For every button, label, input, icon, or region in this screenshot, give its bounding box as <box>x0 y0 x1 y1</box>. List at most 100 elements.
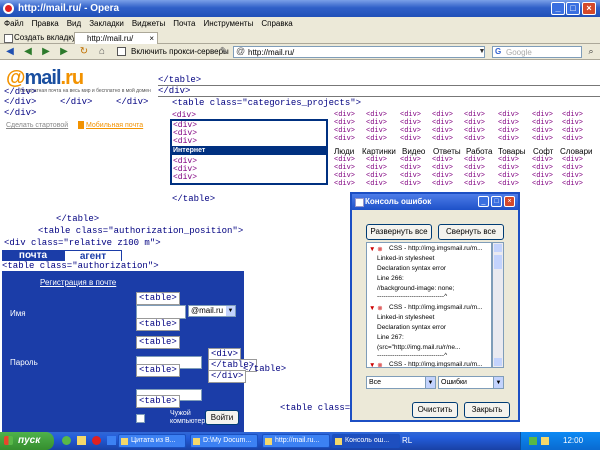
markup-div-open: <div> <box>334 156 356 164</box>
menu-widgets[interactable]: Виджеты <box>128 17 169 31</box>
error-log-list[interactable]: ▼ ⊗ CSS - http://img.imgsmail.ru/m... Li… <box>366 242 492 368</box>
markup-div-open: <div> <box>173 137 198 146</box>
taskbar-item[interactable]: D:\My Docum... <box>190 434 258 448</box>
username-input[interactable] <box>136 305 186 319</box>
fast-forward-icon[interactable]: ▶ <box>58 46 70 57</box>
markup-table-categories: <table class="categories_projects"> <box>172 98 362 108</box>
clear-button[interactable]: Очистить <box>412 402 458 418</box>
expand-all-button[interactable]: Развернуть все <box>366 224 432 240</box>
markup-div-open: <div> <box>400 172 422 180</box>
category-video[interactable]: Видео <box>402 147 425 156</box>
markup-div-open: <div> <box>400 180 422 188</box>
search-field[interactable]: Google <box>492 46 582 58</box>
markup-div-close: </div> <box>158 86 600 97</box>
log-line: //background-image: none; <box>377 285 455 292</box>
search-go-icon[interactable]: ⌕ <box>585 46 597 57</box>
quicklaunch-icon[interactable] <box>77 436 86 445</box>
markup-table-open: <table> <box>136 318 180 331</box>
log-line: -------------------------------^ <box>377 293 448 300</box>
markup-div-open: <div> <box>334 180 356 188</box>
minimize-button[interactable]: _ <box>551 2 565 15</box>
markup-table-authorization: <table class="authorization"> <box>2 261 159 271</box>
menu-file[interactable]: Файл <box>0 17 28 31</box>
quicklaunch-icon[interactable] <box>62 436 71 445</box>
scroll-up-icon <box>494 244 502 252</box>
markup-div-open: <div> <box>432 111 454 119</box>
address-dropdown-icon[interactable]: ▼ <box>476 46 488 57</box>
proxy-checkbox[interactable] <box>117 47 126 56</box>
source-filter-select[interactable]: Все ▼ <box>366 376 436 389</box>
close-console-button[interactable]: Закрыть <box>464 402 510 418</box>
tab-mail-ru[interactable]: http://mail.ru/ × <box>74 32 158 44</box>
markup-div-open: <div> <box>464 127 486 135</box>
category-goods[interactable]: Товары <box>498 147 526 156</box>
markup-div-open: <div> <box>498 119 520 127</box>
menu-tools[interactable]: Инструменты <box>199 17 257 31</box>
category-answers[interactable]: Ответы <box>433 147 461 156</box>
collapse-all-button[interactable]: Свернуть все <box>438 224 504 240</box>
menu-mail[interactable]: Почта <box>169 17 199 31</box>
collapse-arrow-icon: ▼ ⊗ <box>369 362 383 368</box>
menu-edit[interactable]: Правка <box>28 17 63 31</box>
markup-div-open: <div> <box>366 156 388 164</box>
domain-select[interactable]: @mail.ru ▼ <box>188 305 236 317</box>
language-indicator[interactable]: RL <box>402 432 412 450</box>
menu-help[interactable]: Справка <box>257 17 296 31</box>
markup-div-open: <div> <box>532 172 554 180</box>
markup-div-open: <div> <box>366 164 388 172</box>
console-maximize-button[interactable]: □ <box>491 196 502 207</box>
markup-div-open: <div> <box>334 111 356 119</box>
menu-bookmarks[interactable]: Закладки <box>85 17 128 31</box>
markup-div-close: </div> <box>60 97 93 107</box>
link-mobile-mail[interactable]: Мобильная почта <box>86 122 143 129</box>
markup-div-open: <div> <box>432 119 454 127</box>
taskbar-item[interactable]: Консоль ош... <box>332 434 400 448</box>
rewind-icon[interactable]: ◀ <box>22 46 34 57</box>
category-selected[interactable]: Интернет <box>170 146 328 155</box>
tab-close-icon[interactable]: × <box>149 33 154 44</box>
markup-div-close: </div> <box>4 97 37 107</box>
markup-table-open: <table> <box>136 364 180 377</box>
reload-icon[interactable]: ↻ <box>78 46 90 57</box>
close-button[interactable]: × <box>582 2 596 15</box>
markup-div-open: <div> <box>334 172 356 180</box>
category-people[interactable]: Люди <box>334 147 354 156</box>
level-filter-select[interactable]: Ошибки ▼ <box>438 376 504 389</box>
category-images[interactable]: Картинки <box>362 147 396 156</box>
log-scrollbar[interactable] <box>492 242 504 368</box>
address-field[interactable]: http://mail.ru/ <box>233 46 485 58</box>
quicklaunch-icon[interactable] <box>107 436 116 445</box>
maximize-button[interactable]: □ <box>566 2 580 15</box>
forward-icon[interactable]: ▶ <box>40 46 52 57</box>
markup-div-open: <div> <box>562 156 584 164</box>
category-dictionaries[interactable]: Словари <box>560 147 593 156</box>
log-line: Linked-in stylesheet <box>377 255 435 262</box>
category-work[interactable]: Работа <box>466 147 492 156</box>
home-icon[interactable]: ⌂ <box>96 46 108 57</box>
tagline: бесплатная почта на весь мир и бесплатно… <box>20 88 151 94</box>
taskbar-item[interactable]: Цитата из В... <box>118 434 186 448</box>
markup-div-open: <div> <box>432 156 454 164</box>
taskbar-item[interactable]: http://mail.ru... <box>262 434 330 448</box>
system-tray: 12:00 <box>520 432 600 450</box>
markup-div-open: <div> <box>400 164 422 172</box>
markup-div-open: <div> <box>498 111 520 119</box>
console-minimize-button[interactable]: _ <box>478 196 489 207</box>
back-icon[interactable]: ◀ <box>4 46 16 57</box>
tab-label: http://mail.ru/ <box>87 34 134 43</box>
markup-div-open: <div> <box>400 135 422 143</box>
new-tab-button[interactable]: Создать вкладку <box>3 31 76 44</box>
start-button[interactable]: пуск <box>0 432 54 450</box>
link-register[interactable]: Регистрация в почте <box>40 278 116 287</box>
console-close-icon[interactable]: × <box>504 196 515 207</box>
password-label: Пароль <box>10 358 38 367</box>
link-start-page[interactable]: Сделать стартовой <box>6 122 68 129</box>
category-soft[interactable]: Софт <box>533 147 553 156</box>
markup-div-open: <div> <box>498 180 520 188</box>
menu-view[interactable]: Вид <box>63 17 85 31</box>
markup-div-open: <div> <box>532 127 554 135</box>
login-button[interactable]: Войти <box>205 410 239 425</box>
wand-icon[interactable]: ✎ <box>218 46 230 57</box>
alien-computer-checkbox[interactable] <box>136 414 145 423</box>
quicklaunch-icon[interactable] <box>92 436 101 445</box>
